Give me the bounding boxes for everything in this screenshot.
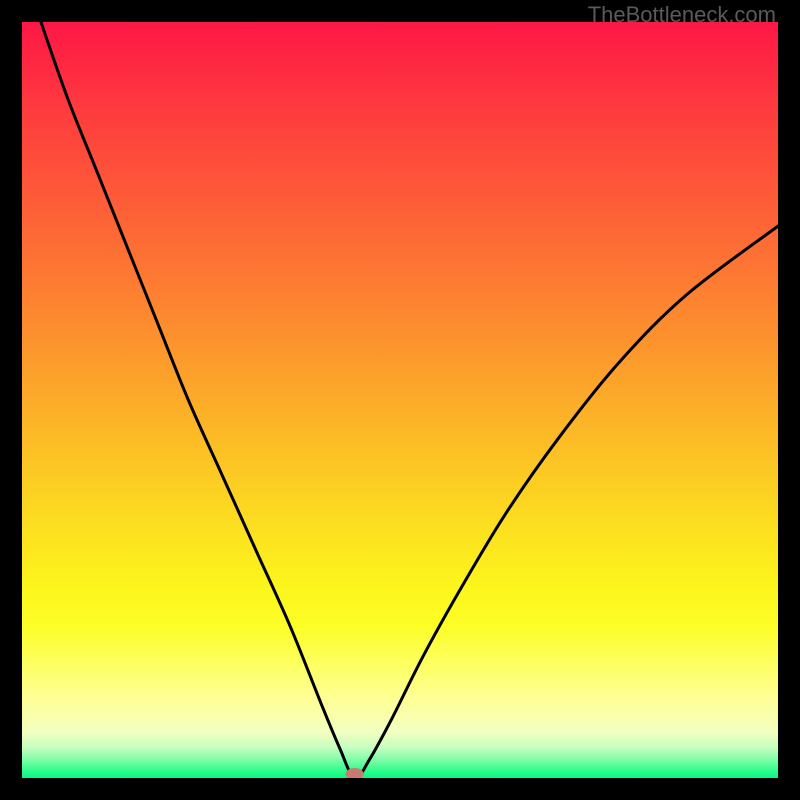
bottleneck-chart (22, 22, 778, 778)
gradient-background (22, 22, 778, 778)
chart-container: TheBottleneck.com (0, 0, 800, 800)
plot-area (22, 22, 778, 778)
